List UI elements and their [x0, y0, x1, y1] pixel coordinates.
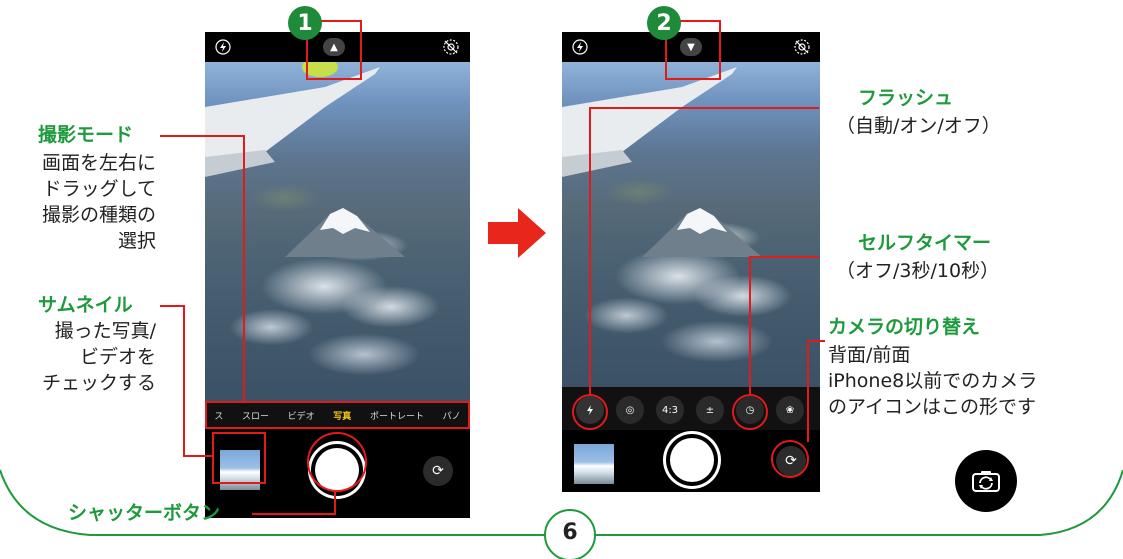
switch-camera-icon[interactable]: ⟳: [423, 456, 453, 486]
thumbnail-desc: 撮った写真/ ビデオを チェックする: [6, 318, 156, 396]
highlight-timer: [732, 394, 768, 430]
highlight-thumbnail: [212, 432, 266, 484]
flash-title: フラッシュ: [858, 87, 954, 109]
filter-icon[interactable]: ❀: [776, 396, 804, 424]
desc-line: 選択: [117, 230, 156, 252]
step-badge-1: 1: [288, 6, 322, 40]
connector-shutter: [252, 513, 336, 515]
step-badge-2: 2: [647, 6, 681, 40]
camera-switch-desc: 背面/前面 iPhone8以前でのカメラ のアイコンはこの形です: [828, 342, 1037, 420]
camera-switch-title: カメラの切り替え: [828, 316, 981, 338]
highlight-mode-bar: [205, 401, 470, 429]
desc-line: 画面を左右に: [41, 152, 156, 174]
connector-timer: [749, 256, 819, 258]
mountain: [285, 208, 405, 257]
legacy-switch-camera-icon: [955, 450, 1017, 512]
self-timer-title: セルフタイマー: [858, 232, 992, 254]
desc-line: iPhone8以前でのカメラ: [828, 370, 1038, 392]
self-timer-desc: （オフ/3秒/10秒）: [836, 260, 1000, 282]
live-photo-off-icon[interactable]: [794, 39, 810, 58]
connector-switch: [807, 340, 809, 442]
connector-thumb: [183, 305, 185, 457]
airplane-wing: [562, 67, 737, 177]
desc-line: 背面/前面: [828, 344, 911, 366]
flash-icon[interactable]: [215, 39, 231, 58]
aspect-ratio-button[interactable]: 4:3: [656, 396, 684, 424]
connector-shutter: [334, 490, 336, 515]
desc-line: ビデオを: [79, 346, 156, 368]
live-photo-off-icon[interactable]: ◎: [616, 396, 644, 424]
connector-switch: [807, 340, 825, 342]
desc-line: のアイコンはこの形です: [828, 396, 1037, 418]
thumbnail-title: サムネイル: [38, 294, 133, 316]
connector-mode: [243, 135, 245, 402]
desc-line: 撮影の種類の: [41, 204, 156, 226]
camera-preview: [562, 62, 820, 387]
connector-timer: [749, 256, 751, 395]
shutter-button[interactable]: [670, 438, 714, 482]
desc-line: チェックする: [41, 372, 156, 394]
highlight-switch-camera: [771, 440, 809, 478]
desc-line: 撮った写真/: [54, 320, 156, 342]
flash-icon[interactable]: [572, 39, 588, 58]
highlight-flash: [572, 394, 608, 430]
exposure-icon[interactable]: ±: [696, 396, 724, 424]
shooting-mode-desc: 画面を左右に ドラッグして 撮影の種類の 選択: [6, 150, 156, 254]
connector-flash: [589, 107, 819, 109]
connector-thumb: [183, 455, 213, 457]
shooting-mode-title: 撮影モード: [38, 124, 134, 146]
connector-mode: [160, 135, 245, 137]
live-photo-off-icon[interactable]: [443, 39, 459, 58]
shutter-title: シャッターボタン: [68, 502, 221, 524]
right-arrow-icon: [488, 208, 546, 258]
highlight-shutter: [307, 432, 367, 492]
thumbnail-button[interactable]: [574, 444, 614, 484]
flash-desc: （自動/オン/オフ）: [836, 115, 1001, 137]
mountain: [642, 208, 762, 257]
connector-flash: [589, 107, 591, 395]
page-number: 6: [562, 520, 578, 545]
desc-line: ドラッグして: [42, 178, 156, 200]
connector-thumb: [160, 305, 185, 307]
